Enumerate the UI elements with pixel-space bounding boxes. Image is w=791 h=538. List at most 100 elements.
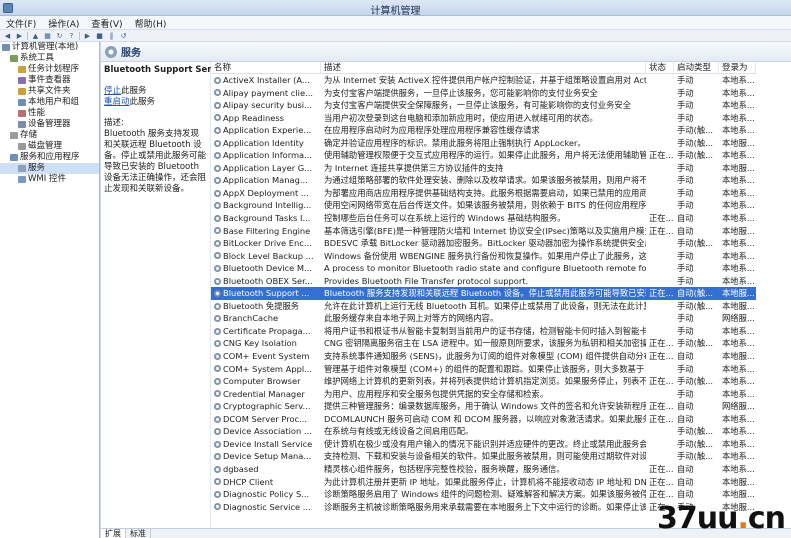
pause-icon[interactable]: ‖ bbox=[107, 32, 116, 40]
tree-item[interactable]: 磁盘管理 bbox=[0, 141, 99, 152]
table-row[interactable]: Diagnostic Policy S... 诊断策略服务启用了 Windows … bbox=[211, 488, 756, 501]
table-row[interactable]: BitLocker Drive Enc... BDESVC 承载 BitLocke… bbox=[211, 237, 756, 250]
cell-description: 为部署应用商店应用程序提供基础结构支持。此服务根据需要启动，如果已禁用的应用商店… bbox=[324, 187, 646, 198]
table-row[interactable]: Bluetooth OBEX Ser... Provides Bluetooth … bbox=[211, 275, 756, 288]
table-row[interactable]: Bluetooth 免提服务 允许在此计算机上运行无线 Bluetooth 耳机。… bbox=[211, 300, 756, 313]
table-row[interactable]: Bluetooth Support ... Bluetooth 服务支持发现和关联… bbox=[211, 287, 756, 300]
table-row[interactable]: Background Tasks I... 控制哪些后台任务可以在系统上运行的 W… bbox=[211, 212, 756, 225]
table-row[interactable]: App Readiness 当用户初次登录到这台电脑和添加新应用时，使应用进入就绪… bbox=[211, 112, 756, 125]
cell-startup-type: 手动(触... bbox=[677, 125, 714, 136]
forward-icon[interactable]: ▶ bbox=[15, 32, 24, 40]
table-row[interactable]: Bluetooth Device M... A process to monito… bbox=[211, 262, 756, 275]
menu-bar: 文件(F) 操作(A) 查看(V) 帮助(H) bbox=[0, 16, 791, 30]
column-header-description[interactable]: 描述 bbox=[321, 62, 646, 73]
table-row[interactable]: Alipay security busi... 为支付宝客户端提供安全保障服务，一… bbox=[211, 99, 756, 112]
table-row[interactable]: Base Filtering Engine 基本筛选引擎(BFE)是一种管理防火墙… bbox=[211, 225, 756, 238]
watermark-logo: 37uu.cn bbox=[657, 501, 786, 536]
service-gear-icon bbox=[214, 227, 221, 235]
stop-icon[interactable]: ■ bbox=[95, 32, 104, 40]
help-icon[interactable]: ? bbox=[67, 32, 76, 40]
cell-description: 此服务缓存来自本地子网上对等方的网络内容。 bbox=[324, 313, 499, 324]
cell-description: 基本筛选引擎(BFE)是一种管理防火墙和 Internet 协议安全(IPsec… bbox=[324, 225, 646, 236]
cell-description: CNG 密钥隔离服务宿主在 LSA 进程中。如一般原则所要求，该服务为私钥和相关… bbox=[324, 338, 646, 349]
stop-service-link[interactable]: 停止 bbox=[104, 86, 121, 96]
table-row[interactable]: ActiveX Installer (A... 为从 Internet 安装 Ac… bbox=[211, 74, 756, 87]
tree-item[interactable]: 服务和应用程序 bbox=[0, 152, 99, 163]
table-row[interactable]: BranchCache 此服务缓存来自本地子网上对等方的网络内容。 手动 网络服... bbox=[211, 312, 756, 325]
tree-item[interactable]: WMI 控件 bbox=[0, 174, 99, 185]
cell-status bbox=[646, 74, 674, 87]
table-row[interactable]: dgbased 精灵核心组件服务，包括程序完整性校验，服务唤醒，服务通信。 正在..… bbox=[211, 463, 756, 476]
tree-node-icon bbox=[18, 99, 26, 106]
cell-description: 支持检测、下载和安装与设备相关的软件。如果此服务被禁用，则可能使用过期软件对设备… bbox=[324, 451, 646, 462]
tree-item[interactable]: 存储 bbox=[0, 130, 99, 141]
tab-extended[interactable]: 扩展 bbox=[101, 529, 126, 538]
cell-name: Cryptographic Serv... bbox=[211, 400, 321, 413]
cell-description: 确定并验证应用程序的标识。禁用此服务将阻止强制执行 AppLocker。 bbox=[324, 137, 586, 148]
column-header-status[interactable]: 状态 bbox=[646, 62, 674, 73]
tree-item[interactable]: 服务 bbox=[0, 163, 99, 174]
table-row[interactable]: Device Install Service 使计算机在极少或没有用户输入的情况下… bbox=[211, 438, 756, 451]
tree-item[interactable]: 系统工具 bbox=[0, 53, 99, 64]
cell-startup-type: 手动 bbox=[677, 313, 694, 324]
back-icon[interactable]: ◀ bbox=[3, 32, 12, 40]
menu-item[interactable]: 操作(A) bbox=[42, 16, 85, 30]
table-row[interactable]: Application Experie... 在应用程序启动时为应用程序处理应用程… bbox=[211, 124, 756, 137]
tree-item[interactable]: 共享文件夹 bbox=[0, 86, 99, 97]
service-name: Bluetooth Device M... bbox=[223, 263, 312, 274]
table-row[interactable]: Cryptographic Serv... 提供三种管理服务：编录数据库服务，用于… bbox=[211, 400, 756, 413]
service-gear-icon bbox=[214, 114, 221, 122]
column-header-name[interactable]: 名称 bbox=[211, 62, 321, 73]
table-row[interactable]: COM+ System Appl... 管理基于组件对象模型 (COM+) 的组件… bbox=[211, 363, 756, 376]
cell-description: 提供三种管理服务：编录数据库服务，用于确认 Windows 文件的签名和允许安装… bbox=[324, 401, 646, 412]
tree-item[interactable]: 性能 bbox=[0, 108, 99, 119]
tab-standard[interactable]: 标准 bbox=[126, 529, 151, 538]
table-row[interactable]: Credential Manager 为用户、应用程序和安全服务包提供凭据的安全存… bbox=[211, 388, 756, 401]
refresh-icon[interactable]: ↻ bbox=[55, 32, 64, 40]
menu-item[interactable]: 查看(V) bbox=[85, 16, 128, 30]
table-row[interactable]: Application Informa... 使用辅助管理权限便于交互式应用程序的… bbox=[211, 149, 756, 162]
table-row[interactable]: Application Manag... 为通过组策略部署的软件处理安装、删除以及… bbox=[211, 174, 756, 187]
cell-startup-type: 手动(触... bbox=[677, 338, 714, 349]
tree-item[interactable]: 事件查看器 bbox=[0, 75, 99, 86]
tree-item[interactable]: 任务计划程序 bbox=[0, 64, 99, 75]
table-row[interactable]: Device Setup Mana... 支持检测、下载和安装与设备相关的软件。如… bbox=[211, 450, 756, 463]
table-row[interactable]: Computer Browser 维护网络上计算机的更新列表，并将列表提供给计算机… bbox=[211, 375, 756, 388]
tree-item-label: WMI 控件 bbox=[28, 174, 66, 184]
play-icon[interactable]: ▶ bbox=[83, 32, 92, 40]
tree-node-icon bbox=[10, 132, 18, 139]
table-row[interactable]: Application Identity 确定并验证应用程序的标识。禁用此服务将阻… bbox=[211, 137, 756, 150]
tree-item[interactable]: 计算机管理(本地) bbox=[0, 42, 99, 53]
table-row[interactable]: COM+ Event System 支持系统事件通知服务 (SENS)，此服务为订… bbox=[211, 350, 756, 363]
menu-item[interactable]: 帮助(H) bbox=[129, 16, 173, 30]
service-name: Application Layer G... bbox=[223, 162, 313, 173]
service-gear-icon bbox=[214, 490, 221, 498]
column-header-startup-type[interactable]: 启动类型 bbox=[674, 62, 719, 73]
table-row[interactable]: DHCP Client 为此计算机注册并更新 IP 地址。如果此服务停止，计算机将… bbox=[211, 476, 756, 489]
table-row[interactable]: CNG Key Isolation CNG 密钥隔离服务宿主在 LSA 进程中。如… bbox=[211, 337, 756, 350]
cell-log-on-as: 本地服... bbox=[722, 351, 755, 362]
cell-description: 管理基于组件对象模型 (COM+) 的组件的配置和跟踪。如果停止该服务，则大多数… bbox=[324, 363, 646, 374]
table-row[interactable]: Device Association ... 在系统与有线或无线设备之间启用匹配。… bbox=[211, 425, 756, 438]
cell-startup-type: 手动(触... bbox=[677, 451, 714, 462]
properties-icon[interactable]: ▦ bbox=[43, 32, 52, 40]
menu-item[interactable]: 文件(F) bbox=[0, 16, 42, 30]
table-row[interactable]: DCOM Server Proc... DCOMLAUNCH 服务可启动 COM … bbox=[211, 413, 756, 426]
table-row[interactable]: Block Level Backup ... Windows 备份使用 WBENG… bbox=[211, 250, 756, 263]
table-row[interactable]: AppX Deployment ... 为部署应用商店应用程序提供基础结构支持。此… bbox=[211, 187, 756, 200]
services-list: 名称 描述 状态 启动类型 登录为 ActiveX Installer (A..… bbox=[211, 62, 756, 528]
tree-item[interactable]: 本地用户和组 bbox=[0, 97, 99, 108]
table-row[interactable]: Certificate Propaga... 将用户证书和根证书从智能卡复制到当前… bbox=[211, 325, 756, 338]
table-row[interactable]: Application Layer G... 为 Internet 连接共享提供第… bbox=[211, 162, 756, 175]
service-name: Application Experie... bbox=[223, 125, 312, 136]
restart-service-link[interactable]: 重启动 bbox=[104, 97, 130, 107]
table-row[interactable]: Background Intellig... 使用空闲网络带宽在后台传送文件。如果… bbox=[211, 199, 756, 212]
restart-icon[interactable]: ↺ bbox=[119, 32, 128, 40]
toolbar-separator bbox=[79, 31, 80, 40]
cell-startup-type: 自动 bbox=[677, 225, 694, 236]
up-icon[interactable]: ▲ bbox=[31, 32, 40, 40]
tree-item[interactable]: 设备管理器 bbox=[0, 119, 99, 130]
table-row[interactable]: Alipay payment clie... 为支付宝客户端提供服务，一旦停止该服… bbox=[211, 87, 756, 100]
service-name: Base Filtering Engine bbox=[223, 225, 311, 236]
column-header-log-on-as[interactable]: 登录为 bbox=[719, 62, 756, 73]
